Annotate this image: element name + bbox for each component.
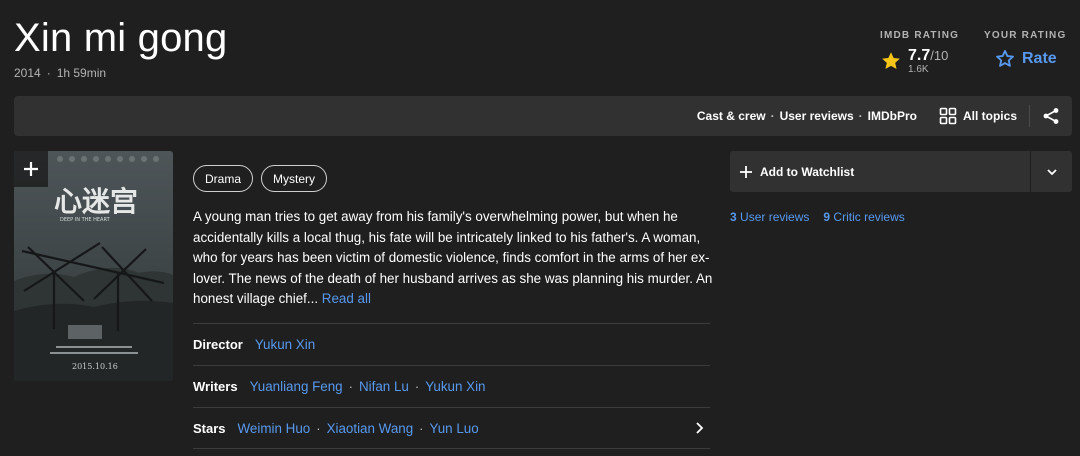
chevron-down-icon [1046,168,1057,175]
subnav-links: Cast & crew · User reviews · IMDbPro All… [697,96,1060,136]
subnav-separator: · [858,109,863,123]
add-to-watchlist-button[interactable]: Add to Watchlist [730,151,1030,192]
subnav-user-reviews[interactable]: User reviews [780,109,854,123]
plus-icon [24,162,38,176]
subnav-bar: Cast & crew · User reviews · IMDbPro All… [14,96,1072,136]
name-separator: · [316,420,321,436]
your-rating-label: YOUR RATING [984,30,1067,41]
genre-chip-mystery[interactable]: Mystery [261,165,328,192]
user-reviews-count: 3 [730,210,737,224]
poster-title-art: 心迷宫 [54,185,138,218]
stars-label[interactable]: Stars [193,421,226,436]
plus-icon [740,165,752,178]
credit-row-director: Director Yukun Xin [193,323,710,365]
name-separator: · [414,379,420,394]
poster[interactable]: 心迷宫 DEEP IN THE HEART 2015.10.16 [14,151,173,381]
star-outline-icon [996,50,1014,67]
director-link[interactable]: Yukun Xin [255,337,315,352]
poster-subtitle-art: DEEP IN THE HEART [60,217,111,223]
writer-link[interactable]: Yuanliang Feng [250,379,343,394]
share-icon [1043,108,1059,124]
genre-chips: Drama Mystery [193,165,328,192]
page-title: Xin mi gong [14,16,228,60]
grid-icon [939,107,957,125]
runtime: 1h 59min [56,66,107,80]
star-link[interactable]: Weimin Huo [238,421,311,436]
title-meta: 2014 · 1h 59min [14,66,106,80]
stars-more-button[interactable] [692,421,706,435]
director-label[interactable]: Director [193,337,243,352]
release-year[interactable]: 2014 [14,66,41,80]
add-to-watchlist-ribbon[interactable] [14,151,48,187]
stars-names: Weimin Huo · Xiaotian Wang · Yun Luo [238,421,692,436]
share-button[interactable] [1042,107,1060,125]
writer-link[interactable]: Yukun Xin [425,379,485,394]
subnav-cast-crew[interactable]: Cast & crew [697,109,766,123]
plot-text: A young man tries to get away from his f… [193,209,713,306]
imdb-score: 7.7 [908,47,931,64]
critic-reviews-count: 9 [823,210,831,224]
star-link[interactable]: Xiaotian Wang [327,421,414,436]
subnav-separator: · [770,109,775,123]
meta-separator: · [46,66,51,80]
user-reviews-link[interactable]: 3 User reviews [730,210,809,224]
your-rating-block: YOUR RATING Rate [984,30,1066,70]
review-links: 3 User reviews 9 Critic reviews [730,210,905,224]
imdb-score-max: /10 [930,48,949,63]
principal-credits: Director Yukun Xin Writers Yuanliang Fen… [193,323,710,449]
star-link[interactable]: Yun Luo [430,421,479,436]
imdb-rating-label: IMDb RATING [880,30,960,41]
subnav-divider [1029,105,1030,127]
vote-count: 1.6K [908,64,929,75]
add-to-watchlist-label: Add to Watchlist [760,164,855,179]
name-separator: · [419,420,424,436]
rate-button[interactable]: Rate [994,48,1066,70]
all-topics-label: All topics [962,109,1017,123]
read-all-link[interactable]: Read all [322,291,371,306]
plot-summary: A young man tries to get away from his f… [193,207,713,310]
name-separator: · [348,379,353,394]
writers-names: Yuanliang Feng · Nifan Lu · Yukun Xin [250,379,710,394]
director-names: Yukun Xin [255,337,710,352]
watchlist-control: Add to Watchlist [730,151,1072,192]
watchlist-dropdown-button[interactable] [1030,151,1072,192]
imdb-rating-button[interactable]: 7.7/10 1.6K [880,47,959,75]
user-reviews-label: User reviews [740,210,810,224]
genre-chip-drama[interactable]: Drama [193,165,254,192]
chevron-right-icon [696,422,704,434]
credit-row-stars: Stars Weimin Huo · Xiaotian Wang · Yun L… [193,407,710,449]
subnav-imdbpro[interactable]: IMDbPro [868,109,917,123]
imdb-rating-block: IMDb RATING 7.7/10 1.6K [880,30,959,75]
writer-link[interactable]: Nifan Lu [359,379,409,394]
writers-label[interactable]: Writers [193,379,238,394]
poster-date-art: 2015.10.16 [72,362,118,371]
critic-reviews-label: Critic reviews [833,210,905,224]
rate-button-label: Rate [1022,50,1057,67]
credit-row-writers: Writers Yuanliang Feng · Nifan Lu · Yuku… [193,365,710,407]
star-filled-icon [882,52,900,69]
critic-reviews-link[interactable]: 9 Critic reviews [823,210,904,224]
all-topics-button[interactable]: All topics [939,107,1017,125]
